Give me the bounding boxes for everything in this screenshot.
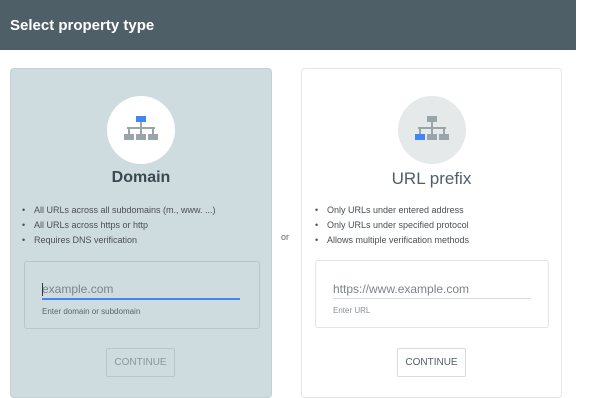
url-helper-text: Enter URL [333,306,371,315]
domain-card-title: Domain [111,169,171,186]
domain-bullet-list: All URLs across all subdomains (m., www.… [22,203,216,248]
list-item: All URLs across https or http [22,218,216,233]
url-prefix-property-card[interactable]: URL prefix Only URLs under entered addre… [301,68,562,398]
list-item: Only URLs under entered address [315,203,469,218]
domain-helper-text: Enter domain or subdomain [42,307,141,316]
url-input[interactable] [333,279,531,299]
sitemap-icon [414,116,449,140]
sitemap-icon [124,116,158,140]
url-field-box: Enter URL [315,260,549,328]
dialog-header: Select property type [0,0,576,50]
domain-field-box: Enter domain or subdomain [24,261,260,329]
or-divider: or [281,232,290,242]
url-icon-circle [397,96,466,164]
url-prefix-bullet-list: Only URLs under entered address Only URL… [315,203,469,248]
domain-property-card[interactable]: Domain All URLs across all subdomains (m… [10,68,272,398]
list-item: Allows multiple verification methods [315,233,469,248]
url-prefix-card-title: URL prefix [391,169,472,188]
domain-continue-button[interactable]: CONTINUE [106,348,175,377]
list-item: Only URLs under specified protocol [315,218,469,233]
dialog-title: Select property type [10,17,155,34]
domain-icon-circle [107,96,175,164]
domain-input[interactable] [42,280,240,300]
right-edge [576,0,595,386]
url-prefix-continue-button[interactable]: CONTINUE [397,348,466,377]
text-cursor [42,283,43,296]
list-item: Requires DNS verification [22,233,216,248]
list-item: All URLs across all subdomains (m., www.… [22,203,216,218]
